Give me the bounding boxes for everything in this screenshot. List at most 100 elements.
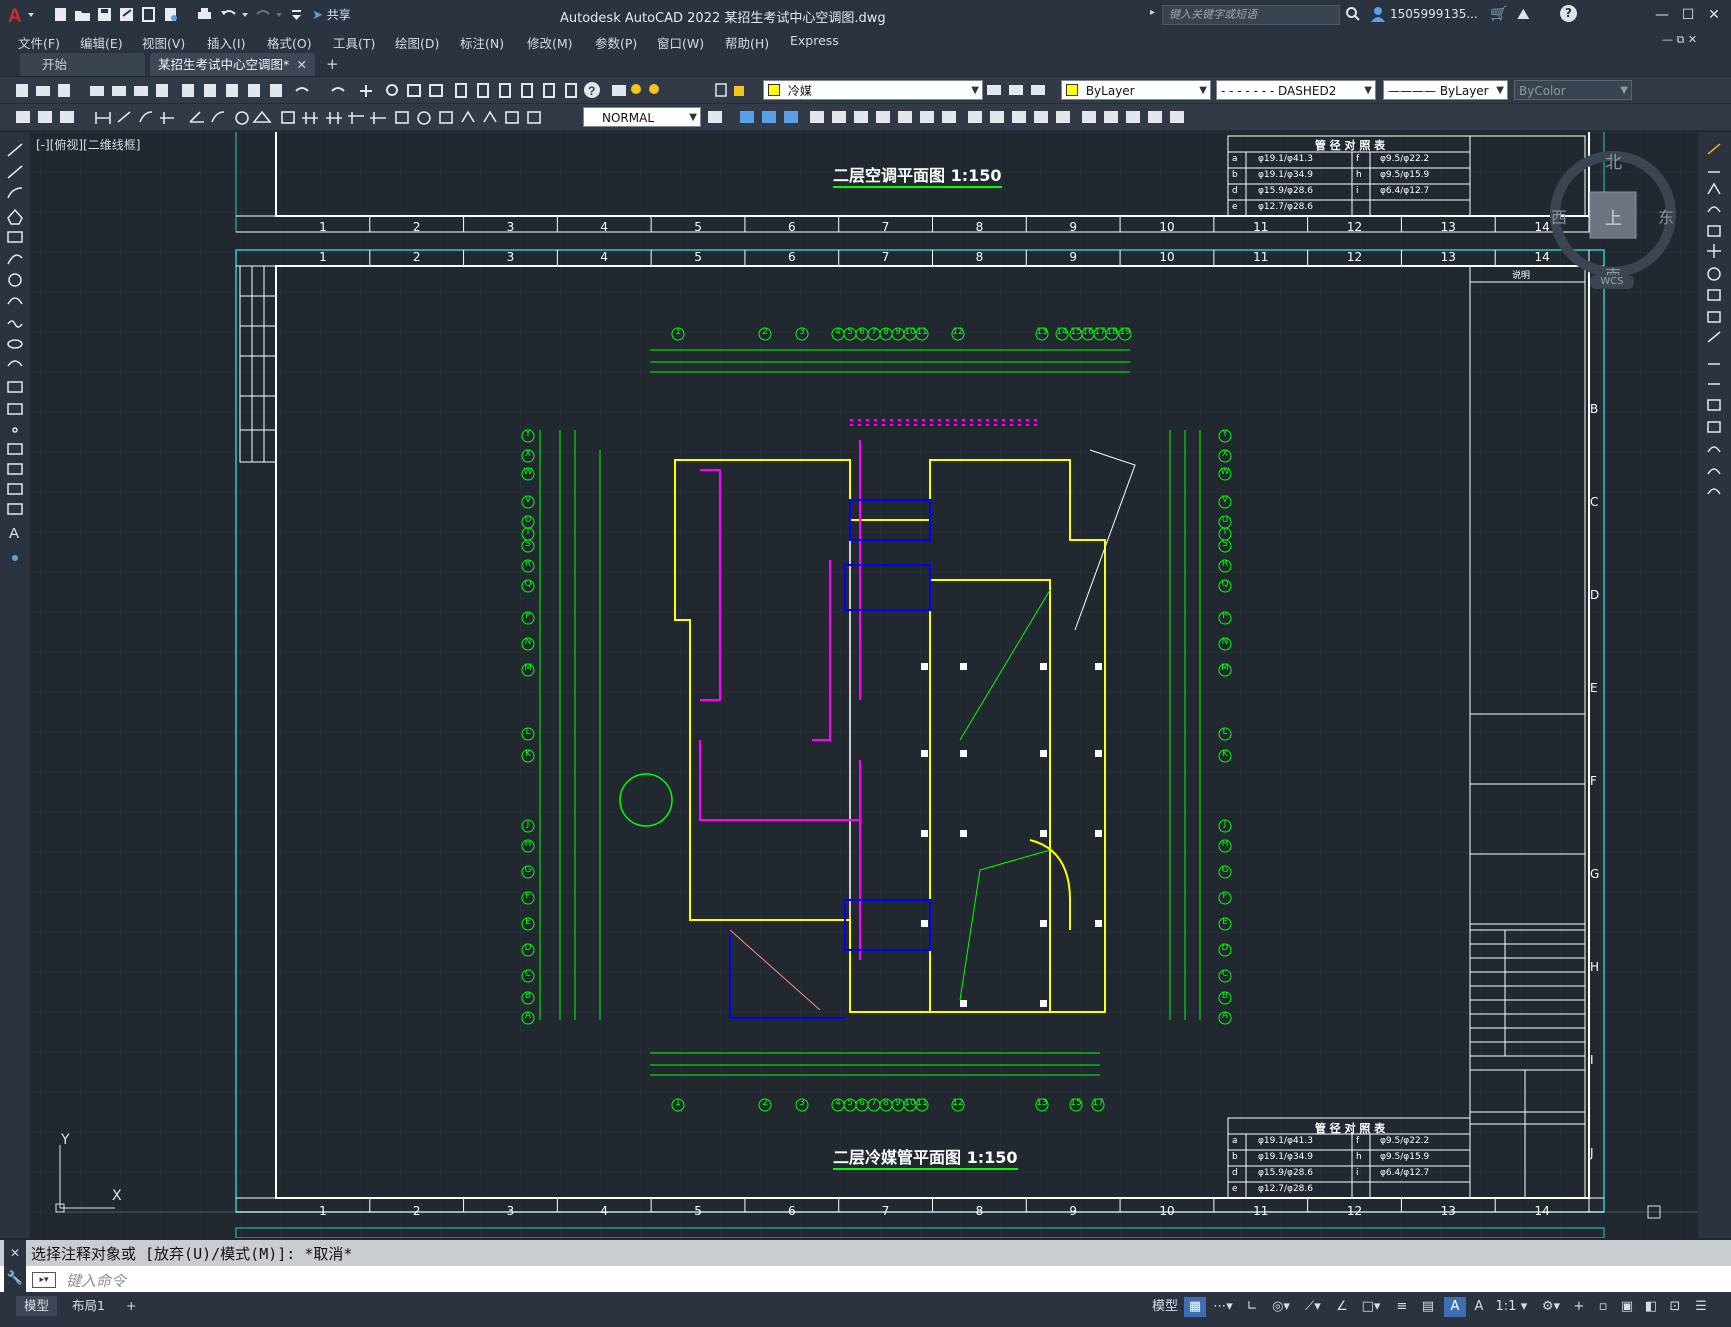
- quick-properties-icon[interactable]: ▣: [1616, 1297, 1638, 1317]
- autocad-logo[interactable]: A: [6, 4, 36, 27]
- object-snap-tracking-icon[interactable]: ∠: [1330, 1297, 1354, 1317]
- search-input[interactable]: 键入关键字或短语: [1162, 5, 1340, 25]
- auto-scale-icon[interactable]: A: [1468, 1297, 1490, 1317]
- plot-icon[interactable]: [196, 6, 213, 23]
- menu-tools[interactable]: 工具(T): [333, 33, 375, 52]
- sheet-grid-number: 12: [1346, 220, 1363, 234]
- row-axis-bubble-label: P: [525, 611, 531, 621]
- viewcube-top[interactable]: 上: [1605, 204, 1622, 229]
- sheet-grid-number: 2: [412, 1204, 421, 1218]
- hardware-acceleration-icon[interactable]: ⊡: [1664, 1297, 1686, 1317]
- search-arrow-icon[interactable]: ▸: [1150, 7, 1155, 18]
- lineweight-icon[interactable]: ≡: [1390, 1297, 1414, 1317]
- compass-east[interactable]: 东: [1658, 204, 1674, 228]
- lineweight-dropdown[interactable]: ———— ByLayer ▼: [1383, 80, 1508, 100]
- menu-file[interactable]: 文件(F): [18, 33, 60, 52]
- annotation-visibility-icon[interactable]: A: [1444, 1297, 1466, 1317]
- share-button[interactable]: ➤ 共享: [312, 6, 351, 23]
- annotation-scale[interactable]: 1:1: [1494, 1297, 1518, 1317]
- save-icon[interactable]: [96, 6, 113, 23]
- sheet-grid-number: 3: [506, 250, 515, 264]
- save-as-icon[interactable]: [118, 6, 135, 23]
- autodesk-app-icon[interactable]: ⛰: [1517, 5, 1530, 23]
- pipe-table-cell: i: [1356, 186, 1359, 196]
- plotstyle-dropdown[interactable]: ByColor ▼: [1514, 80, 1632, 100]
- menu-express[interactable]: Express: [790, 33, 839, 48]
- polar-tracking-icon[interactable]: ◎▾: [1266, 1297, 1296, 1317]
- menu-draw[interactable]: 绘图(D): [395, 33, 439, 52]
- user-name[interactable]: 1505999135...: [1390, 7, 1478, 21]
- open-file-icon[interactable]: [74, 6, 91, 23]
- linetype-dropdown[interactable]: - - - - - - - DASHED2 ▼: [1216, 80, 1376, 100]
- close-icon[interactable]: ✕: [1703, 4, 1725, 26]
- tab-document[interactable]: 某招生考试中心空调图* ✕: [150, 53, 315, 76]
- draw-tool-icons[interactable]: A: [0, 132, 30, 592]
- column-axis-bubble-label: 3: [799, 1098, 805, 1108]
- isodraft-icon[interactable]: ⟋▾: [1298, 1297, 1328, 1317]
- annotation-scale-arrow-icon[interactable]: ▾: [1518, 1297, 1530, 1317]
- menu-modify[interactable]: 修改(M): [527, 33, 573, 52]
- dimension-toolbar-icons[interactable]: [14, 108, 584, 126]
- units-icon[interactable]: ▫: [1592, 1297, 1614, 1317]
- color-dropdown[interactable]: ByLayer ▼: [1061, 80, 1211, 100]
- menu-parametric[interactable]: 参数(P): [595, 33, 637, 52]
- tab-model[interactable]: 模型: [16, 1296, 58, 1316]
- tab-layout1[interactable]: 布局1: [64, 1296, 113, 1316]
- open-web-icon[interactable]: [140, 6, 157, 23]
- customization-menu-icon[interactable]: ☰: [1690, 1297, 1712, 1317]
- view-controls-label[interactable]: [-][俯视][二维线框]: [36, 136, 140, 153]
- maximize-icon[interactable]: ☐: [1677, 4, 1699, 26]
- add-layout-button[interactable]: +: [118, 1296, 144, 1316]
- command-input[interactable]: 键入命令: [66, 1270, 126, 1291]
- transparency-icon[interactable]: ▤: [1416, 1297, 1440, 1317]
- wcs-menu[interactable]: WCS: [1590, 275, 1634, 289]
- command-wrench-icon[interactable]: 🔧: [4, 1266, 26, 1292]
- minimize-icon[interactable]: —: [1651, 4, 1673, 26]
- command-window-grip-icon[interactable]: ✕: [4, 1240, 26, 1266]
- menu-window[interactable]: 窗口(W): [657, 33, 704, 52]
- recent-commands-icon[interactable]: ▸▾: [32, 1272, 56, 1288]
- textstyle-dropdown[interactable]: NORMAL ▼: [583, 107, 701, 127]
- compass-north[interactable]: 北: [1605, 148, 1622, 173]
- ortho-icon[interactable]: ∟: [1240, 1297, 1264, 1317]
- workspace-gear-icon[interactable]: ⚙▾: [1536, 1297, 1566, 1317]
- tab-start[interactable]: 开始: [20, 53, 145, 76]
- search-icon[interactable]: [1345, 6, 1361, 25]
- compass-west[interactable]: 西: [1551, 204, 1567, 228]
- pipe-table-cell: b: [1232, 170, 1238, 180]
- menu-help[interactable]: 帮助(H): [725, 33, 769, 52]
- command-line[interactable]: 🔧 ▸▾ 键入命令: [0, 1266, 1731, 1292]
- menu-dimension[interactable]: 标注(N): [460, 33, 504, 52]
- layer-state-icons[interactable]: [714, 82, 764, 98]
- save-web-icon[interactable]: [162, 6, 179, 23]
- isolate-objects-icon[interactable]: ◧: [1640, 1297, 1662, 1317]
- menu-edit[interactable]: 编辑(E): [80, 33, 123, 52]
- menu-insert[interactable]: 插入(I): [207, 33, 245, 52]
- snap-mode-icon[interactable]: ⋯▾: [1208, 1297, 1238, 1317]
- drawing-canvas[interactable]: [-][俯视][二维线框] 二层空调平面图 1:150 二层冷媒管平面图 1:1…: [0, 132, 1731, 1238]
- new-tab-button[interactable]: +: [326, 55, 339, 73]
- tab-close-icon[interactable]: ✕: [297, 53, 307, 76]
- cart-icon[interactable]: 🛒: [1490, 6, 1507, 22]
- menu-view[interactable]: 视图(V): [142, 33, 185, 52]
- undo-icon[interactable]: [220, 6, 250, 23]
- grid-display-icon[interactable]: ▦: [1184, 1297, 1206, 1317]
- standard-toolbar: ? 冷媒 ▼ ByLayer ▼ - - - - - - - DASHED2 ▼ ——…: [0, 77, 1731, 104]
- object-snap-icon[interactable]: □▾: [1356, 1297, 1386, 1317]
- help-icon[interactable]: ?: [1560, 5, 1577, 22]
- new-file-icon[interactable]: [52, 6, 69, 23]
- modify-toolbar-icons[interactable]: [706, 108, 1216, 126]
- model-space-button[interactable]: 模型: [1150, 1297, 1180, 1317]
- menu-format[interactable]: 格式(O): [267, 33, 312, 52]
- doc-window-controls[interactable]: — ⧉ ✕: [1662, 33, 1697, 47]
- add-annotation-icon[interactable]: +: [1568, 1297, 1590, 1317]
- redo-icon[interactable]: [254, 6, 284, 23]
- row-axis-bubble-label: A: [1221, 1011, 1229, 1021]
- user-icon[interactable]: [1369, 5, 1387, 26]
- customize-qat-icon[interactable]: [288, 6, 308, 23]
- standard-toolbar-icons[interactable]: ?: [8, 81, 668, 99]
- wcs-label: WCS: [1600, 276, 1624, 287]
- layer-dropdown[interactable]: 冷媒 ▼: [763, 80, 983, 100]
- layer-tools-icons[interactable]: [985, 82, 1051, 98]
- modify-tool-icons[interactable]: [1698, 132, 1731, 552]
